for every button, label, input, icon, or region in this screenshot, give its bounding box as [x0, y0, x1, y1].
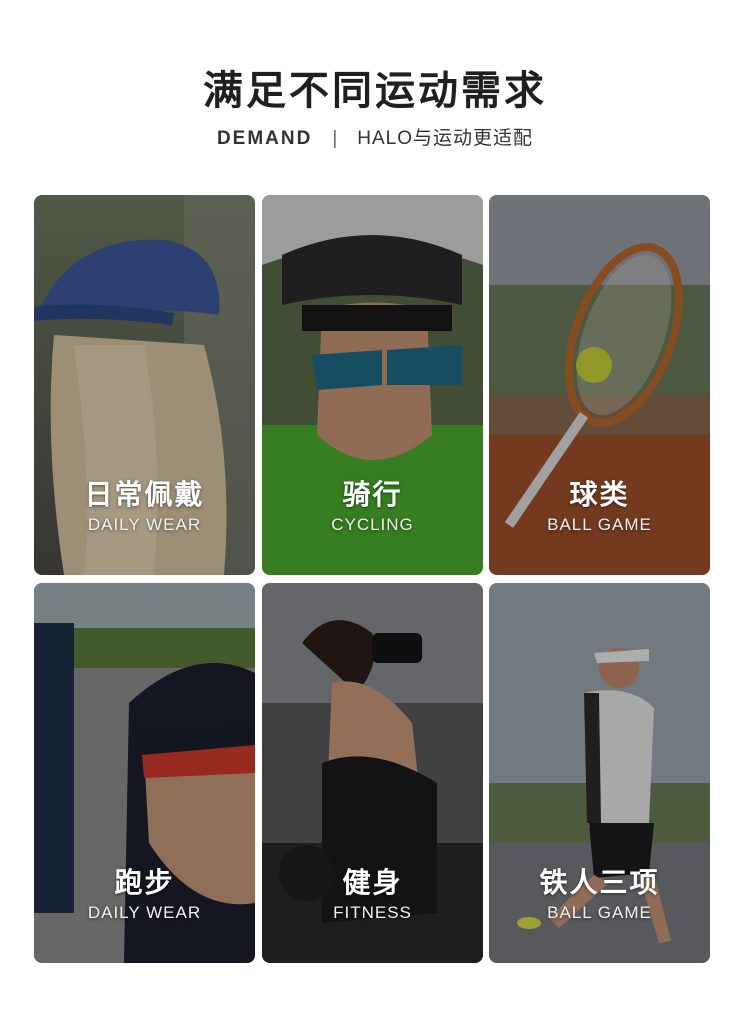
subtitle-demand: DEMAND [216, 128, 313, 149]
card-title-cn: 健身 [342, 866, 403, 899]
card-cycling[interactable]: 骑行 CYCLING [262, 195, 483, 575]
card-title-en: FITNESS [333, 903, 412, 922]
card-title-cn: 球类 [569, 478, 630, 511]
card-fitness[interactable]: 健身 FITNESS [262, 583, 483, 963]
card-daily-wear[interactable]: 日常佩戴 DAILY WEAR [34, 195, 255, 575]
card-title-cn: 跑步 [114, 866, 175, 899]
sport-grid: 日常佩戴 DAILY WEAR 骑行 CYCLING 球类 BALL GAME … [34, 195, 710, 963]
card-title-en: DAILY WEAR [87, 515, 202, 534]
card-title-cn: 日常佩戴 [84, 478, 205, 511]
card-title-en: DAILY WEAR [87, 903, 202, 922]
card-title-cn: 铁人三项 [539, 866, 660, 899]
card-ball-game[interactable]: 球类 BALL GAME [489, 195, 710, 575]
page-title: 满足不同运动需求 [203, 68, 547, 114]
card-title-en: BALL GAME [547, 903, 652, 922]
subtitle-separator: | [332, 128, 338, 149]
subtitle-halo: HALO与运动更适配 [357, 128, 534, 149]
card-triathlon[interactable]: 铁人三项 BALL GAME [489, 583, 710, 963]
card-title-en: BALL GAME [547, 515, 652, 534]
page-subtitle: DEMAND | HALO与运动更适配 [0, 123, 750, 150]
card-title-cn: 骑行 [342, 478, 403, 511]
card-title-en: CYCLING [331, 515, 414, 534]
card-running[interactable]: 跑步 DAILY WEAR [34, 583, 255, 963]
